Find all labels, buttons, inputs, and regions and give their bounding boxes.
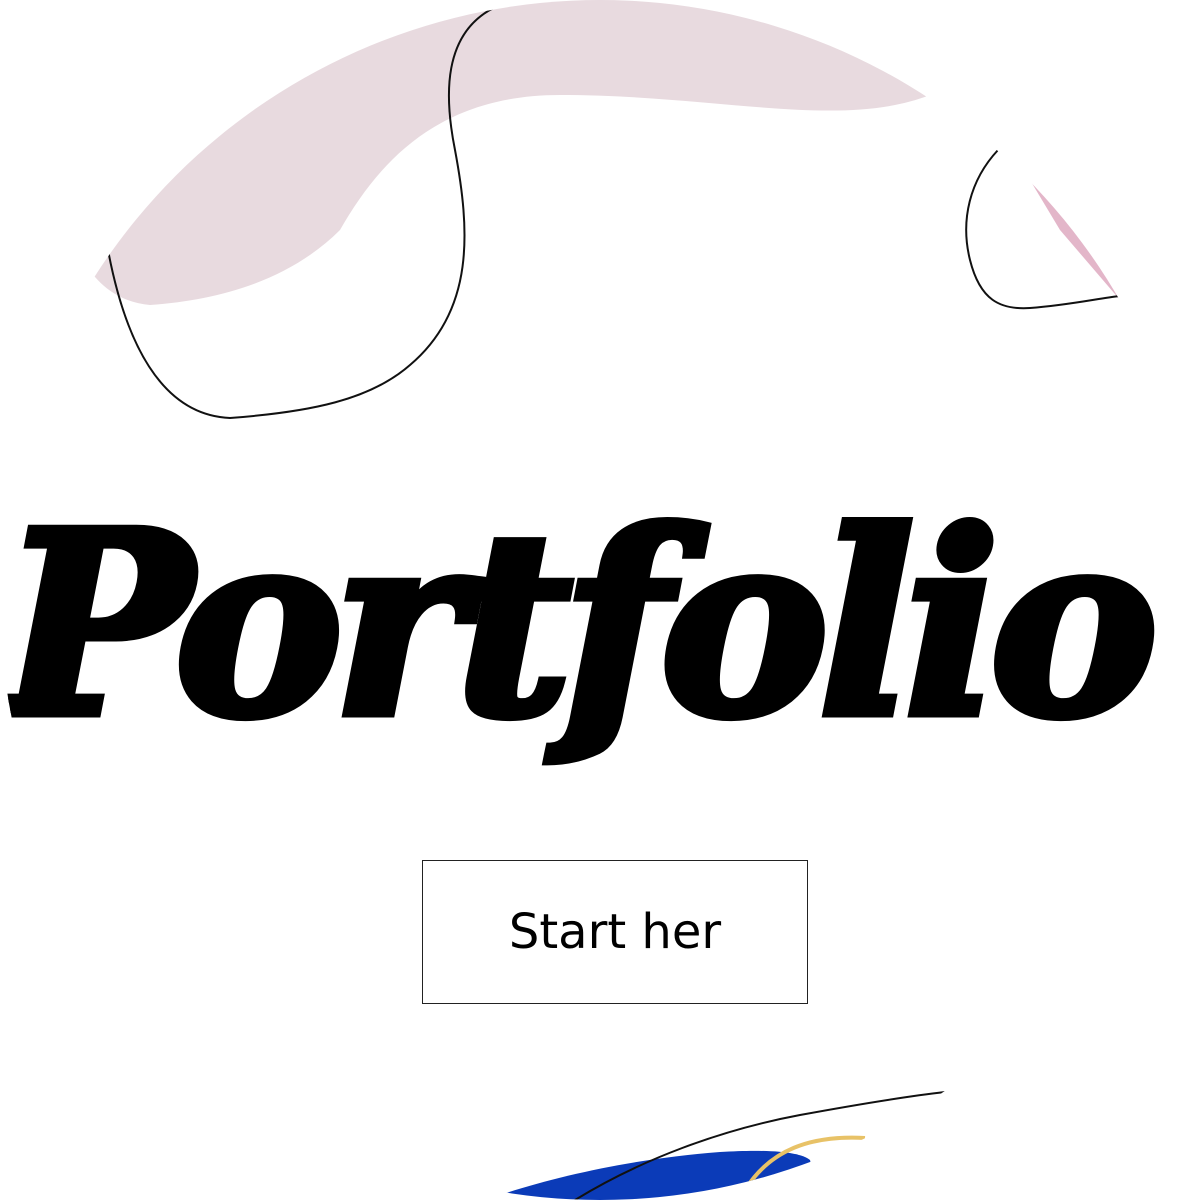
start-button-label: Start her [508,904,722,960]
hero-title: Portfolio [0,477,1163,773]
pink-blob-shape [60,0,930,305]
outline-loop-shape [965,149,1121,310]
start-button[interactable]: Start her [422,860,808,1004]
portfolio-hero: Portfolio Start her [0,0,1200,1200]
pink-accent-shape [1030,180,1120,300]
